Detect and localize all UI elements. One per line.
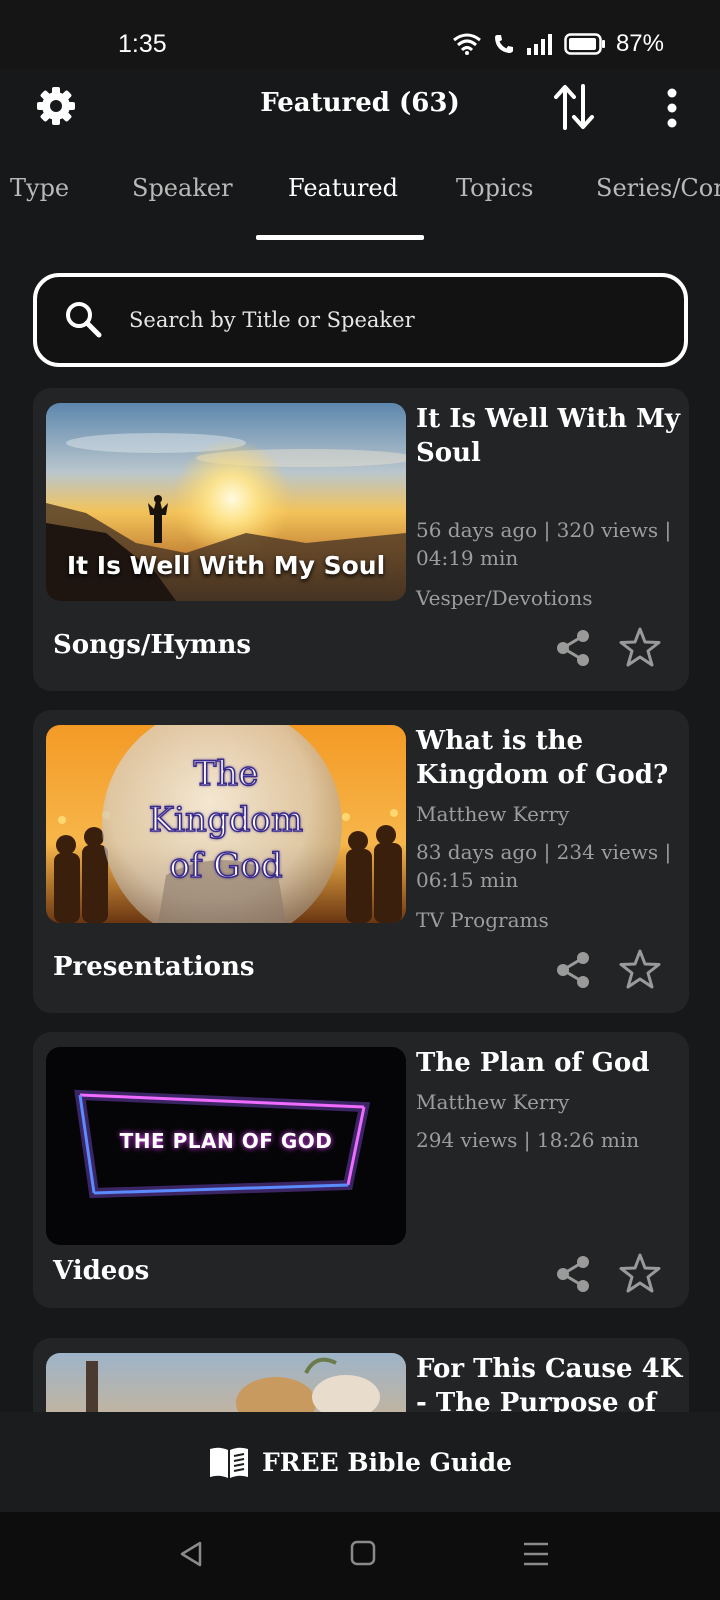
share-icon[interactable] xyxy=(553,1254,593,1294)
system-nav-bar xyxy=(0,1512,720,1600)
top-app-bar: Featured (63) xyxy=(0,70,720,154)
item-speaker[interactable]: Matthew Kerry xyxy=(416,1088,676,1116)
home-icon[interactable] xyxy=(350,1540,376,1566)
item-title[interactable]: It Is Well With My Soul xyxy=(416,402,684,470)
sort-icon[interactable] xyxy=(552,84,596,130)
wifi-icon xyxy=(453,33,481,55)
item-stats: 56 days ago | 320 views | 04:19 min xyxy=(416,518,672,570)
category-tabs: Type Speaker Featured Topics Series/Con xyxy=(0,160,720,242)
star-icon[interactable] xyxy=(619,626,661,668)
bible-guide-banner[interactable]: FREE Bible Guide xyxy=(0,1412,720,1512)
tab-topics[interactable]: Topics xyxy=(456,174,533,202)
item-category: Videos xyxy=(53,1256,150,1286)
media-card[interactable]: It Is Well With My Soul It Is Well With … xyxy=(33,388,689,691)
item-stats: 83 days ago | 234 views | 06:15 min xyxy=(416,840,672,892)
book-icon xyxy=(210,1447,249,1478)
tab-type[interactable]: Type xyxy=(10,174,69,202)
item-speaker[interactable]: Matthew Kerry xyxy=(416,800,676,828)
item-title[interactable]: What is the Kingdom of God? xyxy=(416,724,684,792)
tab-speaker[interactable]: Speaker xyxy=(132,174,233,202)
star-icon[interactable] xyxy=(619,948,661,990)
thumbnail-image[interactable]: The Kingdom of God xyxy=(46,725,406,923)
status-time: 1:35 xyxy=(118,30,167,58)
thumbnail-image[interactable] xyxy=(46,1353,406,1412)
thumbnail-image[interactable]: It Is Well With My Soul xyxy=(46,403,406,601)
status-icons: 87% xyxy=(452,30,664,58)
recents-icon[interactable] xyxy=(522,1540,550,1568)
thumbnail-caption: It Is Well With My Soul xyxy=(66,551,386,580)
item-category: Songs/Hymns xyxy=(53,630,252,660)
media-card[interactable]: For This Cause 4K - The Purpose of Jesus… xyxy=(33,1338,689,1412)
tab-series[interactable]: Series/Con xyxy=(596,174,720,202)
item-title[interactable]: The Plan of God xyxy=(416,1046,684,1080)
media-card[interactable]: The Kingdom of God What is the Kingdom o… xyxy=(33,710,689,1013)
item-group: TV Programs xyxy=(416,908,549,932)
bible-guide-label: FREE Bible Guide xyxy=(262,1447,512,1477)
battery-icon xyxy=(564,33,605,55)
item-stats: 294 views | 18:26 min xyxy=(416,1128,640,1152)
search-icon xyxy=(66,302,102,338)
active-tab-indicator xyxy=(256,235,424,240)
item-category: Presentations xyxy=(53,952,255,982)
signal-icon xyxy=(526,34,552,55)
call-icon xyxy=(494,35,513,53)
battery-percent: 87% xyxy=(615,30,664,57)
share-icon[interactable] xyxy=(553,628,593,668)
search-box[interactable] xyxy=(33,273,688,367)
status-bar: 1:35 87% xyxy=(0,0,720,70)
page-title: Featured (63) xyxy=(260,88,460,118)
back-icon[interactable] xyxy=(176,1539,206,1569)
thumbnail-image[interactable]: THE PLAN OF GOD xyxy=(46,1047,406,1245)
share-icon[interactable] xyxy=(553,950,593,990)
media-list: It Is Well With My Soul It Is Well With … xyxy=(0,388,720,1412)
more-options-icon[interactable] xyxy=(662,88,682,128)
search-input[interactable] xyxy=(129,295,649,345)
item-title[interactable]: For This Cause 4K - The Purpose of Jesus… xyxy=(416,1352,684,1412)
thumbnail-caption: The Kingdom of God xyxy=(148,753,304,887)
tab-featured[interactable]: Featured xyxy=(288,174,398,202)
media-card[interactable]: THE PLAN OF GOD The Plan of God Matthew … xyxy=(33,1032,689,1308)
star-icon[interactable] xyxy=(619,1252,661,1294)
item-group: Vesper/Devotions xyxy=(416,586,593,610)
thumbnail-caption: THE PLAN OF GOD xyxy=(119,1129,333,1153)
